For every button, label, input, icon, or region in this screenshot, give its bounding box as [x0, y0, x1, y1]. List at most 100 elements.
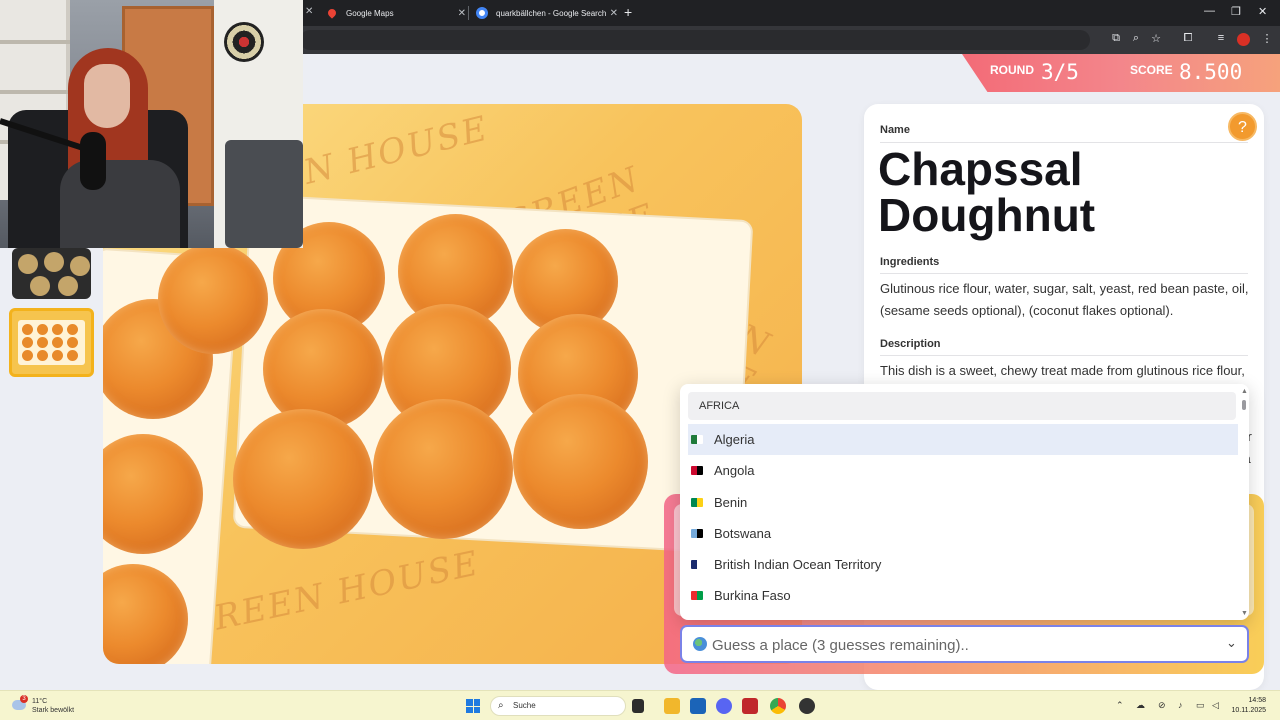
photo-thumbnail-2-selected[interactable]	[9, 308, 94, 377]
store-icon[interactable]	[690, 698, 706, 714]
description-section-label: Description	[880, 338, 941, 350]
dropdown-scrollbar[interactable]: ▲ ▼	[1241, 388, 1248, 617]
guess-input[interactable]	[712, 634, 1212, 656]
thumb-food-mark	[58, 276, 78, 296]
ingredients-text: Glutinous rice flour, water, sugar, salt…	[880, 281, 1249, 318]
name-section-label: Name	[880, 124, 910, 136]
chrome-icon[interactable]	[770, 698, 786, 714]
country-option[interactable]: Algeria	[688, 424, 1238, 455]
webcam-shelf-row	[0, 90, 70, 94]
profile-avatar[interactable]	[1237, 33, 1250, 46]
country-label: Algeria	[714, 432, 755, 447]
tab-separator	[468, 6, 469, 20]
country-option[interactable]: British Indian Ocean Territory	[688, 549, 1238, 580]
address-bar[interactable]	[300, 30, 1090, 50]
menu-kebab-icon[interactable]: ⋮	[1260, 32, 1274, 45]
round-score-banner: ROUND 3/5 SCORE 8.500	[962, 54, 1280, 92]
scroll-up-icon[interactable]: ▲	[1241, 388, 1248, 395]
country-option[interactable]: Angola	[688, 455, 1238, 486]
weather-desc: Stark bewölkt	[32, 707, 75, 714]
thumb-food-mark	[37, 324, 48, 335]
windows-taskbar: 3 11°C Stark bewölkt ⌕ Suche ⌃ ☁ ⊘ ♪ ▭ ◁…	[0, 690, 1280, 720]
scrollbar-thumb[interactable]	[1242, 400, 1246, 410]
scroll-down-icon[interactable]: ▼	[1241, 610, 1248, 617]
guess-combobox[interactable]: ⌄	[680, 625, 1249, 663]
thumb-food-mark	[22, 324, 33, 335]
country-option[interactable]: Benin	[688, 487, 1238, 518]
network-off-icon[interactable]: ⊘	[1158, 700, 1166, 711]
zoom-icon[interactable]: ⌕	[1129, 32, 1143, 45]
tab-google-search[interactable]: quarkbällchen - Google Search ✕	[470, 0, 618, 26]
photo-thumbnail-1[interactable]	[12, 248, 91, 299]
thumb-food-mark	[67, 337, 78, 348]
thumb-food-mark	[18, 254, 38, 274]
clock-date: 10.11.2025	[1231, 707, 1266, 714]
webcam-dartboard	[224, 22, 264, 62]
webcam-person-body	[60, 160, 180, 248]
obs-icon[interactable]	[799, 698, 815, 714]
app-icon[interactable]	[742, 698, 758, 714]
taskbar-search-label: Suche	[513, 701, 536, 710]
media-icon[interactable]: ≡	[1214, 32, 1228, 44]
webcam-microphone	[80, 132, 106, 190]
thumb-tray	[18, 320, 85, 365]
close-tab-icon[interactable]: ✕	[610, 8, 618, 19]
country-label: British Indian Ocean Territory	[714, 557, 882, 572]
windows-start-icon[interactable]	[466, 699, 480, 713]
country-label: Benin	[714, 495, 748, 510]
bookmark-star-icon[interactable]: ☆	[1149, 32, 1163, 45]
food-item	[513, 394, 648, 529]
thumb-food-mark	[70, 256, 90, 276]
flag-icon	[691, 466, 703, 475]
region-header: AFRICA	[688, 392, 1236, 420]
help-button[interactable]: ?	[1228, 112, 1257, 141]
thumb-food-mark	[37, 337, 48, 348]
minimize-button[interactable]: —	[1204, 5, 1215, 17]
cloud-tray-icon[interactable]: ☁	[1136, 700, 1145, 711]
taskbar-clock[interactable]: 14:58 10.11.2025	[1230, 696, 1266, 716]
flag-icon	[691, 591, 703, 600]
photo-watermark: GREEN HOUSE	[182, 543, 484, 645]
flag-icon	[691, 560, 703, 569]
taskbar-search[interactable]: ⌕ Suche	[490, 696, 626, 716]
volume-icon[interactable]: ◁	[1212, 700, 1219, 711]
tab-google-maps[interactable]: Google Maps ✕	[300, 0, 466, 26]
country-label: Angola	[714, 463, 755, 478]
tray-overflow-icon[interactable]: ⌃	[1116, 700, 1124, 711]
install-app-icon[interactable]: ⧉	[1109, 32, 1123, 45]
thumb-food-mark	[30, 276, 50, 296]
google-icon	[476, 7, 488, 19]
thumb-food-mark	[37, 350, 48, 361]
score-label: SCORE	[1130, 63, 1173, 77]
webcam-shelf-row	[0, 40, 70, 44]
food-item	[373, 399, 513, 539]
task-view-icon[interactable]	[632, 699, 644, 713]
country-label: Burkina Faso	[714, 588, 791, 603]
close-window-button[interactable]: ✕	[1258, 5, 1267, 18]
thumb-food-mark	[44, 252, 64, 272]
country-option[interactable]: Botswana	[688, 518, 1238, 549]
extensions-icon[interactable]: ⧠	[1181, 32, 1195, 45]
thumb-food-mark	[67, 324, 78, 335]
flag-icon	[691, 435, 703, 444]
chevron-down-icon[interactable]: ⌄	[1226, 635, 1237, 651]
weather-temp: 11°C	[32, 698, 48, 705]
search-icon: ⌕	[498, 700, 504, 711]
webcam-person-face	[84, 64, 130, 128]
flag-icon	[691, 498, 703, 507]
microphone-icon[interactable]: ♪	[1178, 700, 1183, 710]
new-tab-button[interactable]: +	[624, 4, 632, 20]
file-explorer-icon[interactable]	[664, 698, 680, 714]
thumb-food-mark	[52, 324, 63, 335]
maps-pin-icon	[326, 7, 338, 19]
country-label: Botswana	[714, 526, 772, 541]
dish-name: Chapssal Doughnut	[878, 143, 1096, 241]
close-tab-icon[interactable]: ✕	[458, 8, 466, 19]
notification-badge: 3	[20, 695, 28, 703]
display-icon[interactable]: ▭	[1196, 700, 1205, 711]
thumb-food-mark	[52, 337, 63, 348]
webcam-couch	[225, 140, 303, 248]
maximize-button[interactable]: ❐	[1231, 5, 1241, 18]
discord-icon[interactable]	[716, 698, 732, 714]
country-option[interactable]: Burkina Faso	[688, 580, 1238, 611]
